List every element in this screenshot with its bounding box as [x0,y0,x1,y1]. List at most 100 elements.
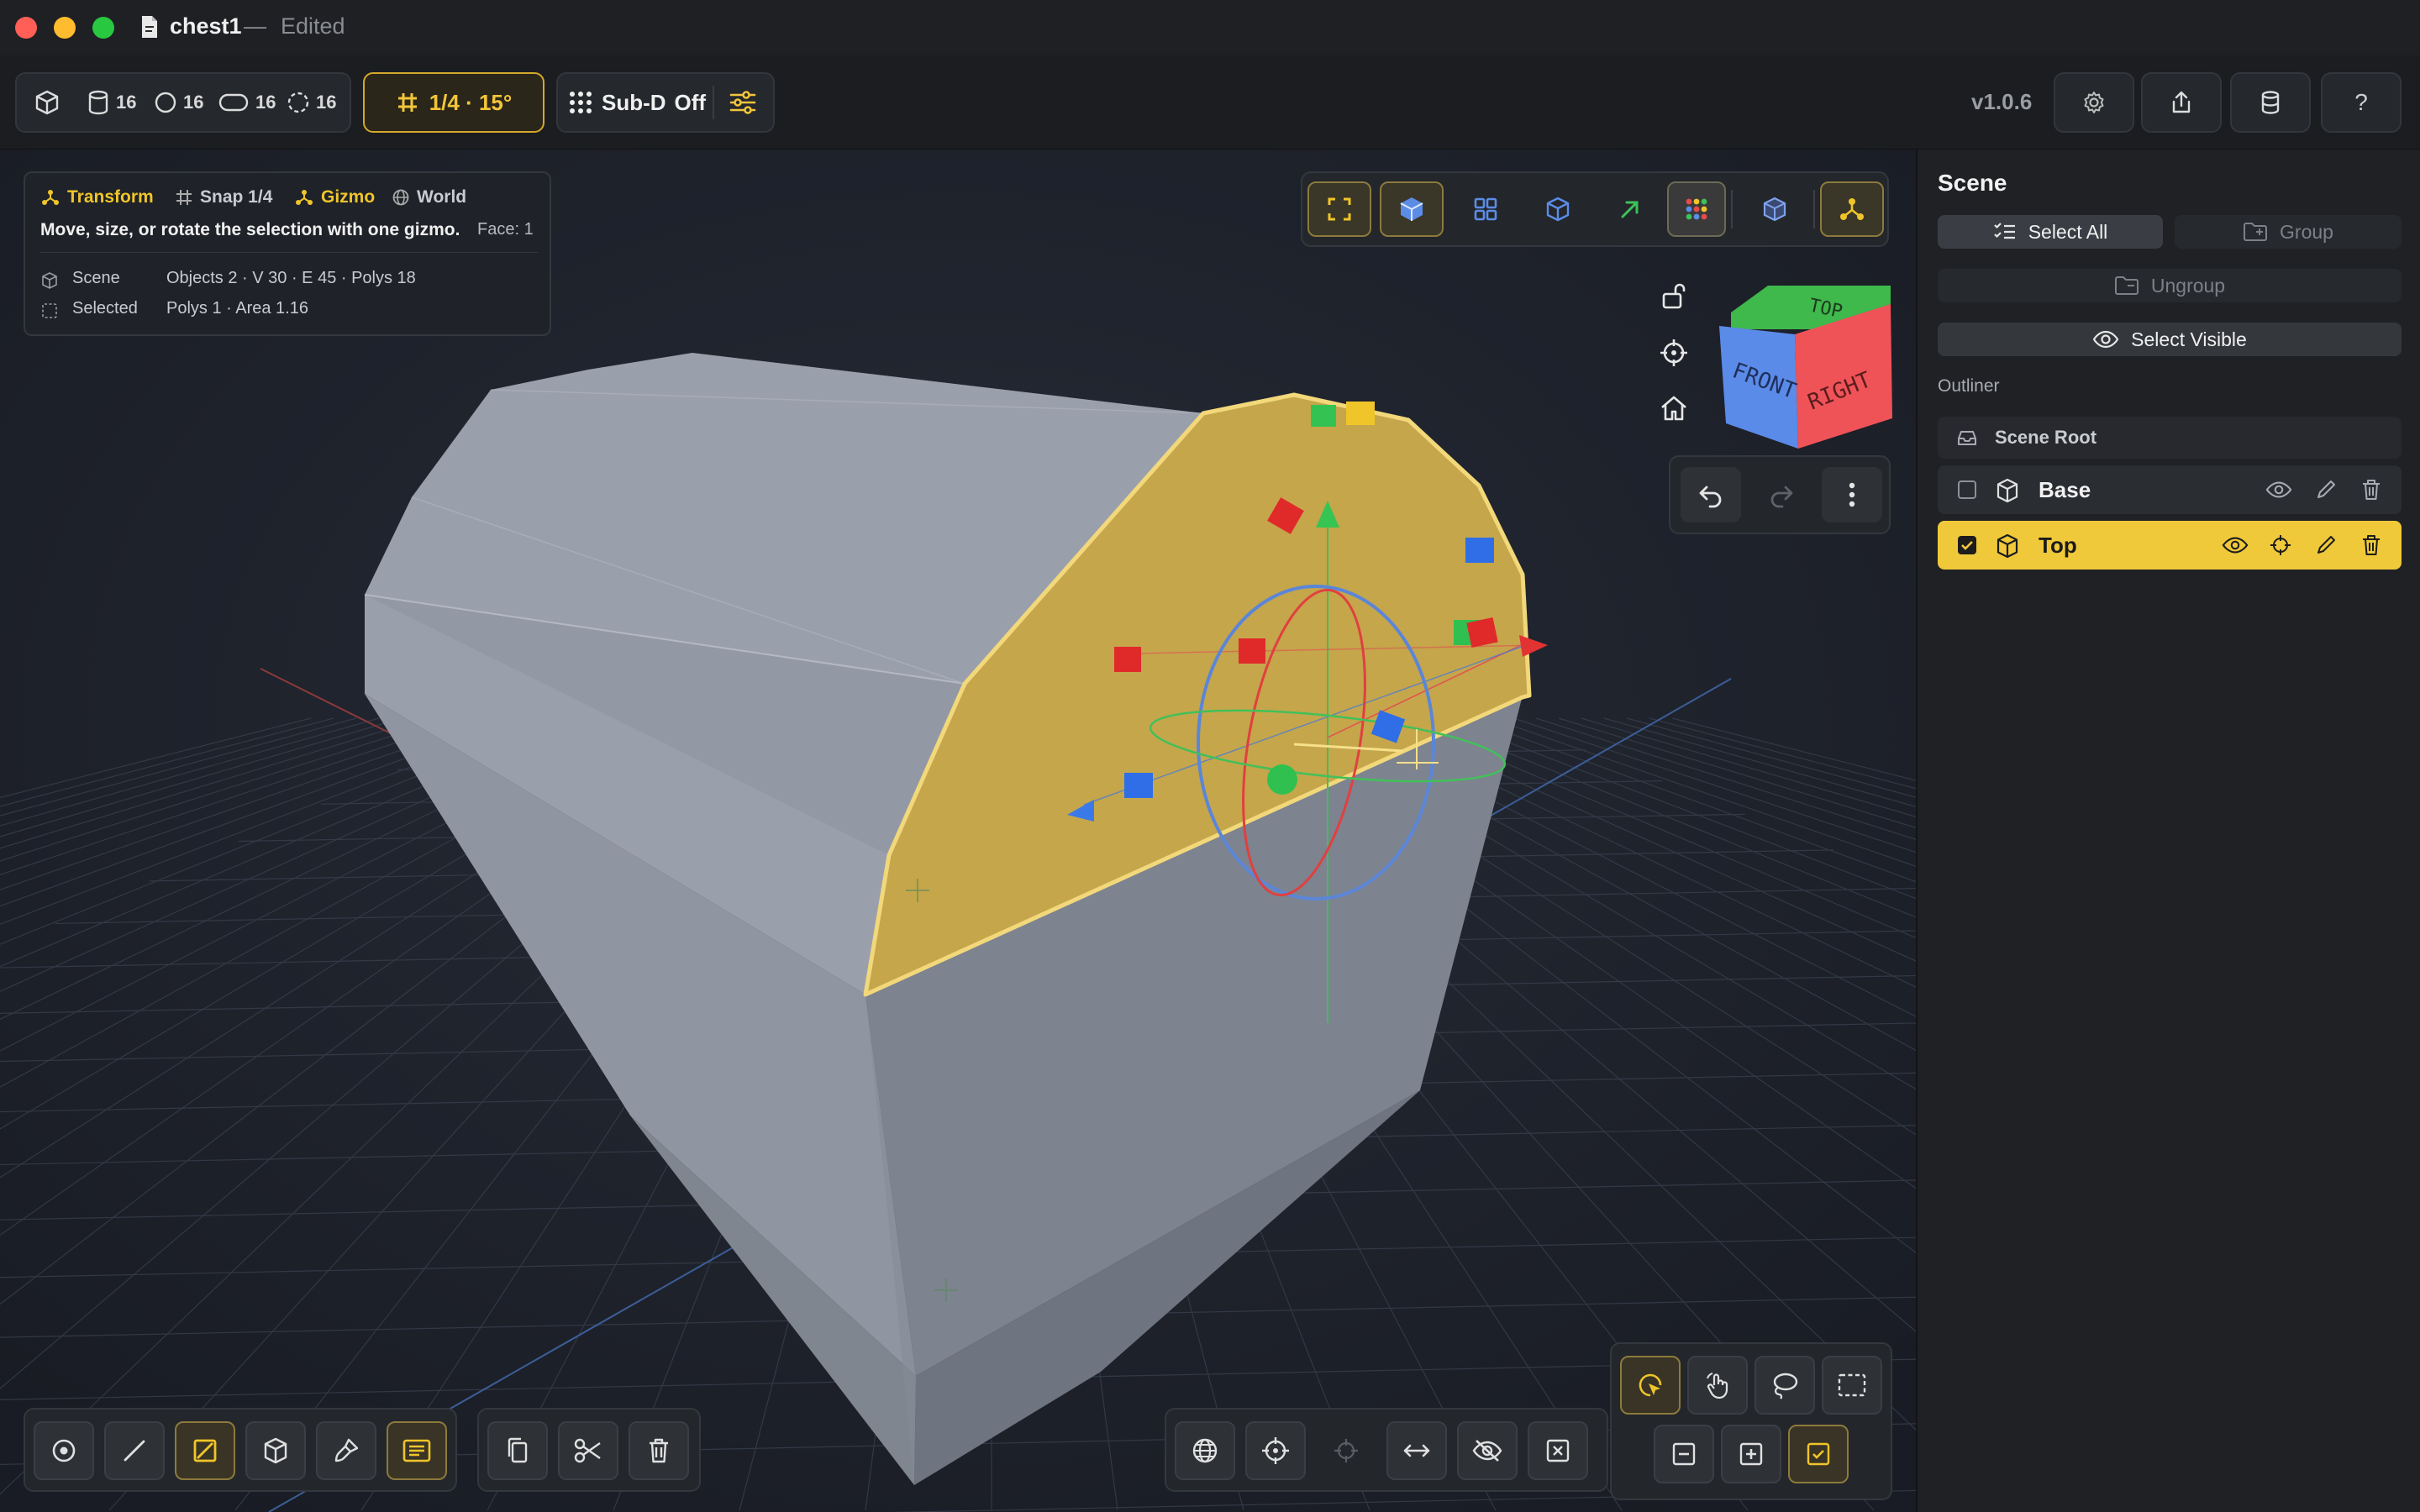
cut-button[interactable] [558,1421,618,1480]
settings-button[interactable] [2054,72,2134,133]
visibility-toolbar [1165,1408,1608,1492]
pivot-center-button[interactable] [1245,1421,1306,1480]
object-checkbox[interactable] [1958,536,1976,554]
toggle-visibility-button[interactable] [2265,477,2292,502]
cube-icon [1996,533,2018,559]
more-menu-button[interactable] [1822,467,1882,522]
delete-object-button[interactable] [2358,533,2385,558]
snap-tag[interactable]: Snap 1/4 [175,185,272,210]
select-subtract-button[interactable] [1654,1425,1714,1483]
sliders-icon[interactable] [726,86,760,119]
outliner-scene-root[interactable]: Scene Root [1938,417,2402,459]
focus-object-button[interactable] [2267,533,2294,558]
vertex-display-button[interactable] [1667,181,1726,237]
pivot-selection-button[interactable] [1316,1421,1376,1480]
world-space-tag[interactable]: World [392,185,466,210]
hide-selection-button[interactable] [1457,1421,1518,1480]
wireframe-button[interactable] [1526,181,1590,237]
3d-viewport[interactable]: Transform Snap 1/4 Gizmo World Move, siz… [0,150,1916,1512]
delete-object-button[interactable] [2358,477,2385,502]
box-select-button[interactable] [1822,1356,1882,1415]
redo-icon [1770,486,1793,508]
world-space-button[interactable] [1175,1421,1235,1480]
transform-mode-tag[interactable]: Transform [40,185,154,210]
eye-off-icon [1472,1440,1502,1462]
document-status: Edited [281,13,345,39]
subdivision-label: Sub-D [602,89,666,115]
select-replace-button[interactable] [1788,1425,1849,1483]
snap-settings-button[interactable]: 1/4 · 15° [363,72,544,133]
window-minimize-button[interactable] [54,17,76,39]
folder-plus-icon [2244,223,2268,241]
dots-grid-icon [570,92,592,113]
frame-selection-button[interactable] [1307,181,1371,237]
mirror-button[interactable] [1386,1421,1447,1480]
rename-button[interactable] [2312,533,2339,558]
add-sphere-button[interactable]: 16 [153,74,203,131]
share-icon [2172,91,2191,113]
view-toolbar [1301,171,1889,247]
select-visible-button[interactable]: Select Visible [1938,323,2402,356]
paint-mode-button[interactable] [316,1421,376,1480]
window-close-button[interactable] [15,17,37,39]
scissors-icon [574,1438,601,1463]
scene-canvas[interactable] [0,150,1916,1512]
outliner-item-base[interactable]: Base [1938,465,2402,514]
gizmo-tag[interactable]: Gizmo [294,185,375,210]
document-title: chest1 [170,13,242,39]
gizmo-toggle-button[interactable] [1820,181,1884,237]
add-cube-button[interactable] [34,74,60,131]
main-toolbar: 16 16 16 16 1/4 · 15° Sub-D Off v1.0.6 ? [0,55,2420,150]
window-zoom-button[interactable] [92,17,114,39]
face-icon [193,1439,217,1462]
undo-button[interactable] [1681,467,1741,522]
vertex-mode-button[interactable] [34,1421,94,1480]
toggle-visibility-button[interactable] [2222,533,2249,558]
add-cylinder-button[interactable]: 16 [86,74,136,131]
lock-view-button[interactable] [1654,276,1694,316]
selection-stats-row: Selected Polys 1 · Area 1.16 [40,296,308,321]
ungroup-button[interactable]: Ungroup [1938,269,2402,302]
face-mode-button[interactable] [175,1421,235,1480]
subdivision-group: Sub-D Off [556,72,775,133]
clear-selection-button[interactable] [1528,1421,1588,1480]
add-circle-button[interactable]: 16 [286,74,336,131]
group-button[interactable]: Group [2175,215,2402,249]
view-cube[interactable]: TOP FRONT RIGHT [1714,276,1899,460]
export-button[interactable] [2141,72,2222,133]
center-view-button[interactable] [1654,333,1694,373]
lasso-icon [1773,1373,1798,1399]
delete-button[interactable] [629,1421,689,1480]
grid-hash-icon [176,190,192,205]
subdivision-state: Off [674,89,707,115]
subdivision-toggle[interactable]: Sub-D Off [568,74,706,131]
copy-button[interactable] [487,1421,548,1480]
edge-mode-button[interactable] [104,1421,165,1480]
select-all-button[interactable]: Select All [1938,215,2163,249]
add-torus-button[interactable]: 16 [217,74,276,131]
outliner-item-top[interactable]: Top [1938,521,2402,570]
xray-button[interactable] [1743,181,1807,237]
scene-root-label: Scene Root [1995,427,2097,448]
grid-four-icon [1474,197,1497,221]
redo-button[interactable] [1751,467,1812,522]
lasso-select-button[interactable] [1754,1356,1815,1415]
object-checkbox[interactable] [1958,480,1976,499]
quad-view-button[interactable] [1454,181,1518,237]
paint-select-button[interactable] [1687,1356,1748,1415]
scene-stats-value: Objects 2 · V 30 · E 45 · Polys 18 [166,268,416,287]
solid-shading-button[interactable] [1380,181,1444,237]
normals-button[interactable] [1598,181,1662,237]
properties-panel-button[interactable] [387,1421,447,1480]
trash-icon [650,1438,668,1463]
rename-button[interactable] [2312,477,2339,502]
click-select-button[interactable] [1620,1356,1681,1415]
help-label: ? [2354,89,2368,115]
help-button[interactable]: ? [2321,72,2402,133]
storage-button[interactable] [2230,72,2311,133]
select-add-button[interactable] [1721,1425,1781,1483]
home-icon [1661,396,1686,421]
object-mode-button[interactable] [245,1421,306,1480]
selection-toolbar [1610,1342,1892,1500]
home-view-button[interactable] [1654,388,1694,428]
